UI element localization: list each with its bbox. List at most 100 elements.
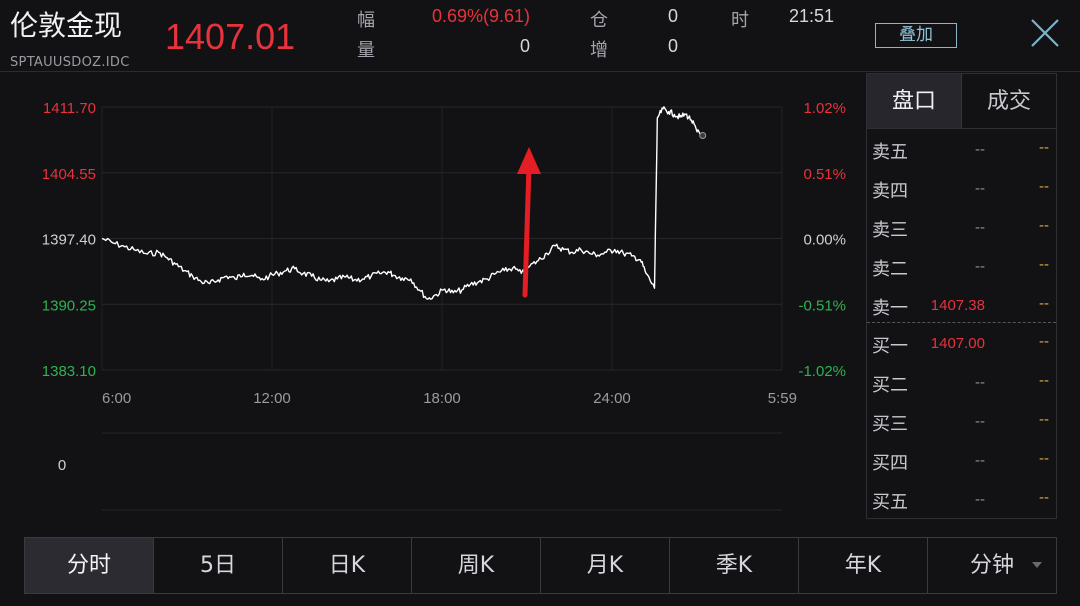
chevron-down-icon (1032, 562, 1042, 568)
ask-row: 卖三 -- -- (867, 209, 1056, 245)
ask-volume: -- (1039, 217, 1049, 234)
period-tab-label: 季K (715, 553, 753, 578)
bid-level-label: 买三 (872, 414, 908, 435)
bid-row: 买四 -- -- (867, 442, 1056, 478)
bid-price: -- (975, 491, 985, 508)
position-value: 0 (667, 6, 678, 26)
x-tick-label: 6:00 (102, 390, 131, 407)
bid-volume: -- (1039, 411, 1049, 428)
bid-level-label: 买五 (872, 492, 908, 513)
last-price: 1407.01 (165, 16, 296, 57)
ask-price: -- (975, 180, 985, 197)
ask-level-label: 卖一 (872, 298, 908, 319)
tab-order-book[interactable]: 盘口 (867, 74, 962, 128)
instrument-title: 伦敦金现 (10, 9, 123, 42)
close-icon[interactable] (1028, 16, 1062, 50)
volume-axis-label: 0 (58, 457, 66, 474)
last-price-dot (699, 132, 707, 139)
ask-volume: -- (1039, 139, 1049, 156)
period-tab-label: 5日 (200, 553, 236, 578)
increase-label: 增 (590, 40, 608, 61)
bid-row: 买一 1407.00 -- (867, 325, 1056, 361)
chart-grid (101, 106, 783, 511)
order-book-tabs: 盘口 成交 (867, 74, 1056, 129)
time-value: 21:51 (788, 6, 834, 26)
bid-level-label: 买一 (872, 336, 908, 357)
ask-price: 1407.38 (930, 297, 985, 314)
volume-value: 0 (519, 36, 530, 56)
ask-level-label: 卖五 (872, 142, 908, 163)
ask-volume: -- (1039, 256, 1049, 273)
x-tick-label: 24:00 (593, 390, 631, 407)
period-tab[interactable]: 日K (283, 538, 412, 593)
bid-price: -- (975, 374, 985, 391)
bid-row: 买五 -- -- (867, 481, 1056, 517)
period-tab[interactable]: 分时 (25, 538, 154, 593)
bid-price: -- (975, 452, 985, 469)
period-tab[interactable]: 年K (799, 538, 928, 593)
y-tick-label: 1390.25 (42, 297, 96, 314)
percent-tick-label: -1.02% (798, 363, 846, 380)
ask-level-label: 卖二 (872, 259, 908, 280)
tab-trades[interactable]: 成交 (962, 74, 1056, 128)
intraday-chart[interactable]: 1411.70 1404.55 1397.40 1390.25 1383.10 1.02… (0, 73, 860, 523)
volume-label: 量 (357, 40, 375, 61)
ask-row: 卖一 1407.38 -- (867, 287, 1056, 323)
bid-row: 买三 -- -- (867, 403, 1056, 439)
bid-volume: -- (1039, 489, 1049, 506)
price-line (101, 106, 703, 300)
bid-level-label: 买二 (872, 375, 908, 396)
change-value: 0.69%(9.61) (431, 6, 530, 26)
increase-value: 0 (667, 36, 678, 56)
y-tick-label: 1397.40 (42, 232, 96, 249)
time-label: 时 (731, 10, 749, 31)
y-tick-label: 1383.10 (42, 363, 96, 380)
percent-tick-label: -0.51% (798, 297, 846, 314)
time-axis: 6:00 12:00 18:00 24:00 5:59 (102, 390, 797, 407)
ask-price: -- (975, 141, 985, 158)
y-tick-label: 1404.55 (42, 166, 96, 183)
arrow-head (517, 147, 541, 174)
order-book-divider (867, 322, 1056, 323)
period-tab[interactable]: 季K (670, 538, 799, 593)
period-tab-label: 年K (844, 553, 882, 578)
ask-price: -- (975, 258, 985, 275)
quote-header: 伦敦金现 SPTAUUSDOZ.IDC 1407.01 幅 0.69%(9.61… (0, 0, 1080, 72)
bid-volume: -- (1039, 372, 1049, 389)
bid-volume: -- (1039, 333, 1049, 350)
period-tab[interactable]: 分钟 (928, 538, 1056, 593)
ask-row: 卖五 -- -- (867, 131, 1056, 167)
change-label: 幅 (357, 10, 375, 31)
x-tick-label: 12:00 (253, 390, 291, 407)
period-tab-label: 日K (328, 553, 366, 578)
ask-level-label: 卖三 (872, 220, 908, 241)
ask-volume: -- (1039, 178, 1049, 195)
overlay-button[interactable]: 叠加 (875, 23, 957, 48)
y-tick-label: 1411.70 (43, 100, 96, 117)
period-tab[interactable]: 月K (541, 538, 670, 593)
x-tick-label: 18:00 (423, 390, 461, 407)
period-tab[interactable]: 5日 (154, 538, 283, 593)
period-tab-label: 月K (586, 553, 624, 578)
price-axis: 1411.70 1404.55 1397.40 1390.25 1383.10 (42, 100, 96, 380)
bid-price: 1407.00 (930, 335, 985, 352)
percent-tick-label: 0.00% (803, 232, 846, 249)
bid-volume: -- (1039, 450, 1049, 467)
period-tab-label: 分时 (66, 553, 111, 578)
position-label: 仓 (590, 10, 608, 31)
period-tab-label: 分钟 (969, 553, 1014, 578)
bid-level-label: 买四 (872, 453, 908, 474)
bid-price: -- (975, 413, 985, 430)
x-tick-label: 5:59 (768, 390, 797, 407)
arrow-shaft (522, 162, 532, 298)
period-tabs: 分时 5日 日K 周K 月K 季K 年K 分钟 (24, 537, 1057, 594)
ask-price: -- (975, 219, 985, 236)
instrument-code: SPTAUUSDOZ.IDC (10, 55, 130, 70)
ask-row: 卖二 -- -- (867, 248, 1056, 284)
bid-row: 买二 -- -- (867, 364, 1056, 400)
ask-row: 卖四 -- -- (867, 170, 1056, 206)
percent-tick-label: 0.51% (803, 166, 846, 183)
period-tab[interactable]: 周K (412, 538, 541, 593)
ask-volume: -- (1039, 295, 1049, 312)
ask-level-label: 卖四 (872, 181, 908, 202)
